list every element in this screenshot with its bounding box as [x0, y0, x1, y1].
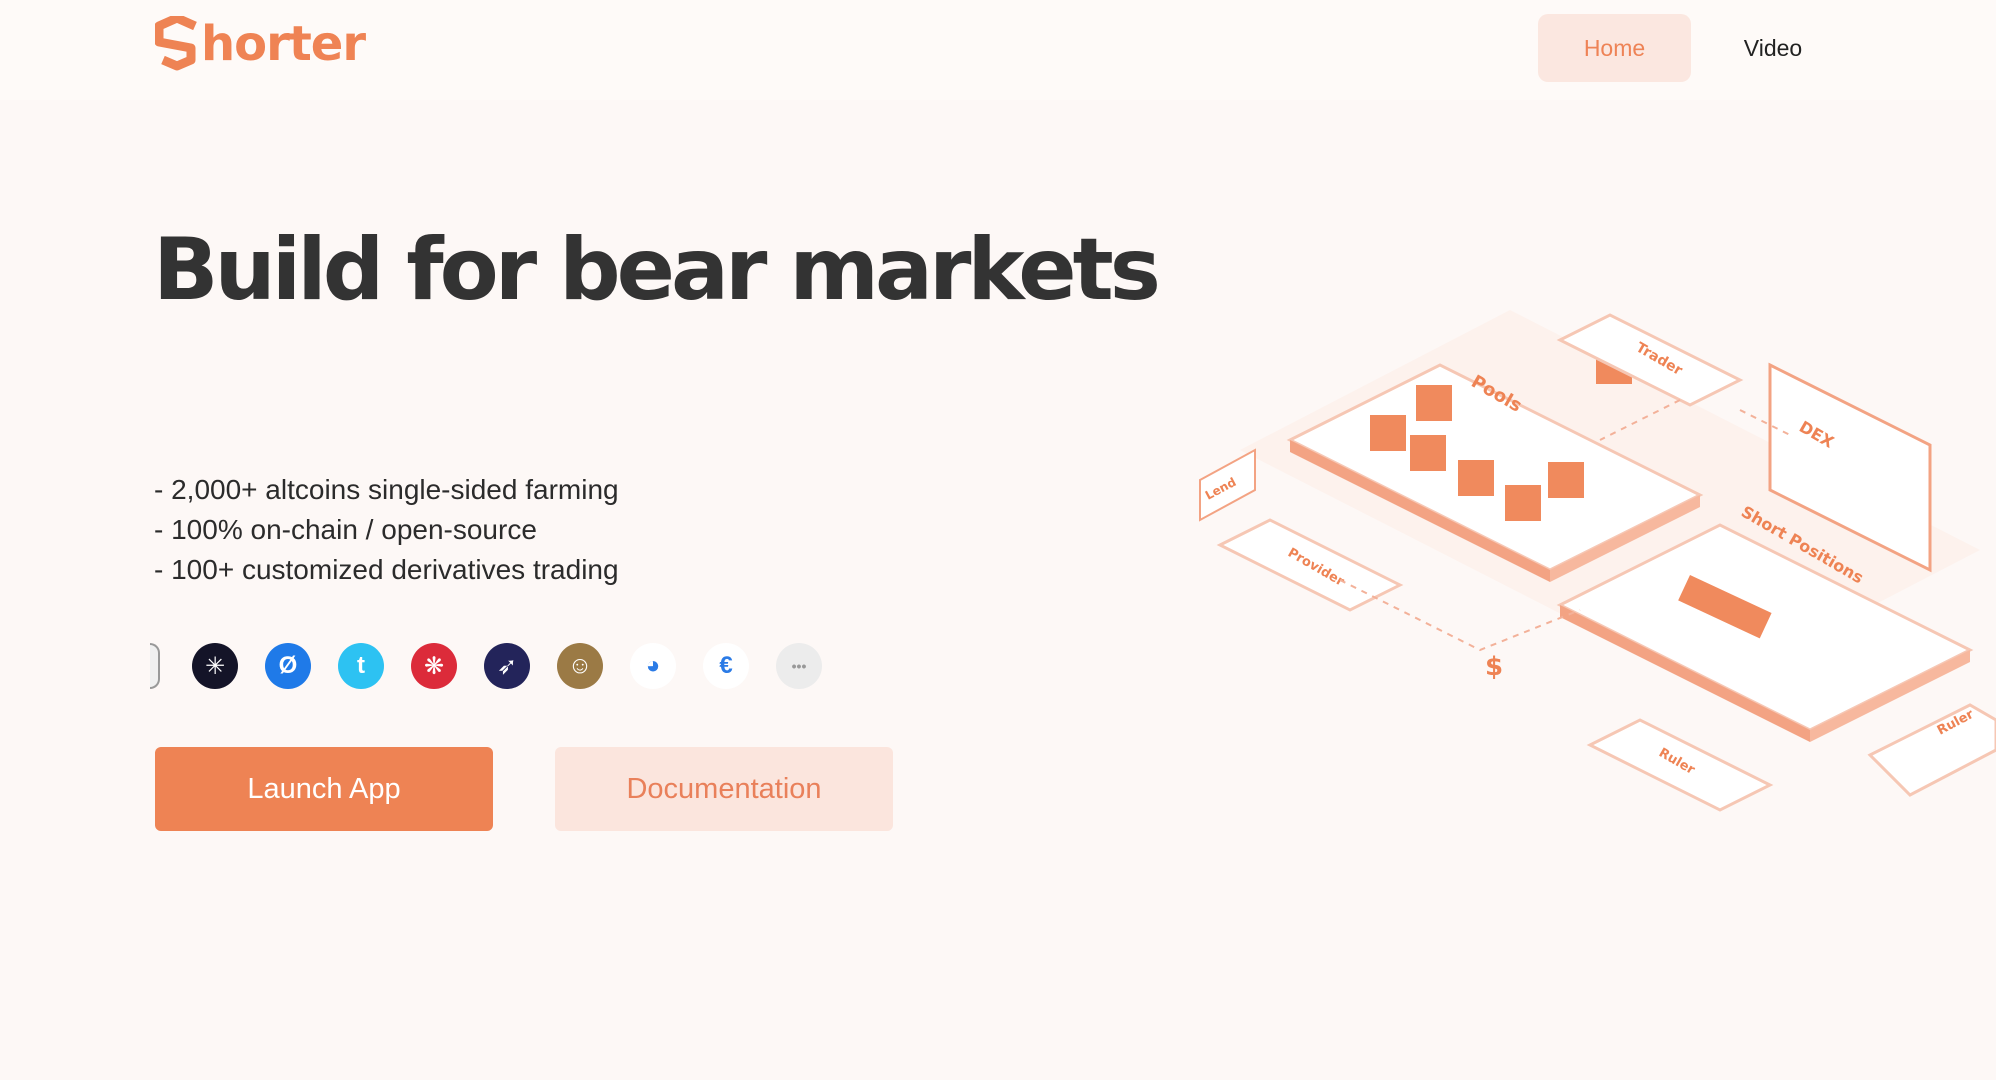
isometric-illustration: Pools Trader DEX Lend Provider Short Pos… [1199, 310, 1996, 812]
cube-shape [1505, 485, 1541, 521]
launch-app-button[interactable]: Launch App [155, 747, 493, 831]
slash-coin-icon: Ø [265, 643, 311, 689]
cube-shape [1548, 462, 1584, 498]
shorter-logo[interactable]: horter [155, 14, 366, 74]
ruler-card-2: Ruler [1867, 703, 1996, 797]
logo-text: horter [201, 16, 366, 72]
documentation-button[interactable]: Documentation [555, 747, 893, 831]
feature-item: - 2,000+ altcoins single-sided farming [154, 474, 619, 505]
feature-item: - 100% on-chain / open-source [154, 514, 537, 545]
flower-coin-icon: ❋ [411, 643, 457, 689]
cube-shape [1416, 385, 1452, 421]
feature-list: - 2,000+ altcoins single-sided farming -… [154, 470, 619, 590]
feature-item: - 100+ customized derivatives trading [154, 554, 619, 585]
more-dots-icon: ••• [776, 643, 822, 689]
partial-coin-icon [150, 643, 160, 689]
cube-shape [1370, 415, 1406, 451]
t-coin-icon: t [338, 643, 384, 689]
cube-shape [1410, 435, 1446, 471]
rocket-coin-icon: ➶ [484, 643, 530, 689]
hero-title: Build for bear markets [153, 220, 1161, 320]
cube-shape [1458, 460, 1494, 496]
portrait-coin-icon: ☺ [557, 643, 603, 689]
dollar-icon: $ [1485, 652, 1503, 682]
logo-s-icon [155, 16, 197, 71]
nav-video[interactable]: Video [1713, 14, 1833, 82]
bubble-coin-icon: ◕ [630, 643, 676, 689]
ruler-card-1: Ruler [1586, 718, 1774, 812]
coin-carousel: ✳ Øt ❋ ➶ ☺ ◕ € ••• [150, 642, 849, 690]
nav-home[interactable]: Home [1538, 14, 1691, 82]
site-header: horter Home Video [0, 0, 1996, 100]
e-coin-icon: € [703, 643, 749, 689]
grid-coin-icon: ✳ [192, 643, 238, 689]
lend-card: Lend [1199, 448, 1256, 522]
